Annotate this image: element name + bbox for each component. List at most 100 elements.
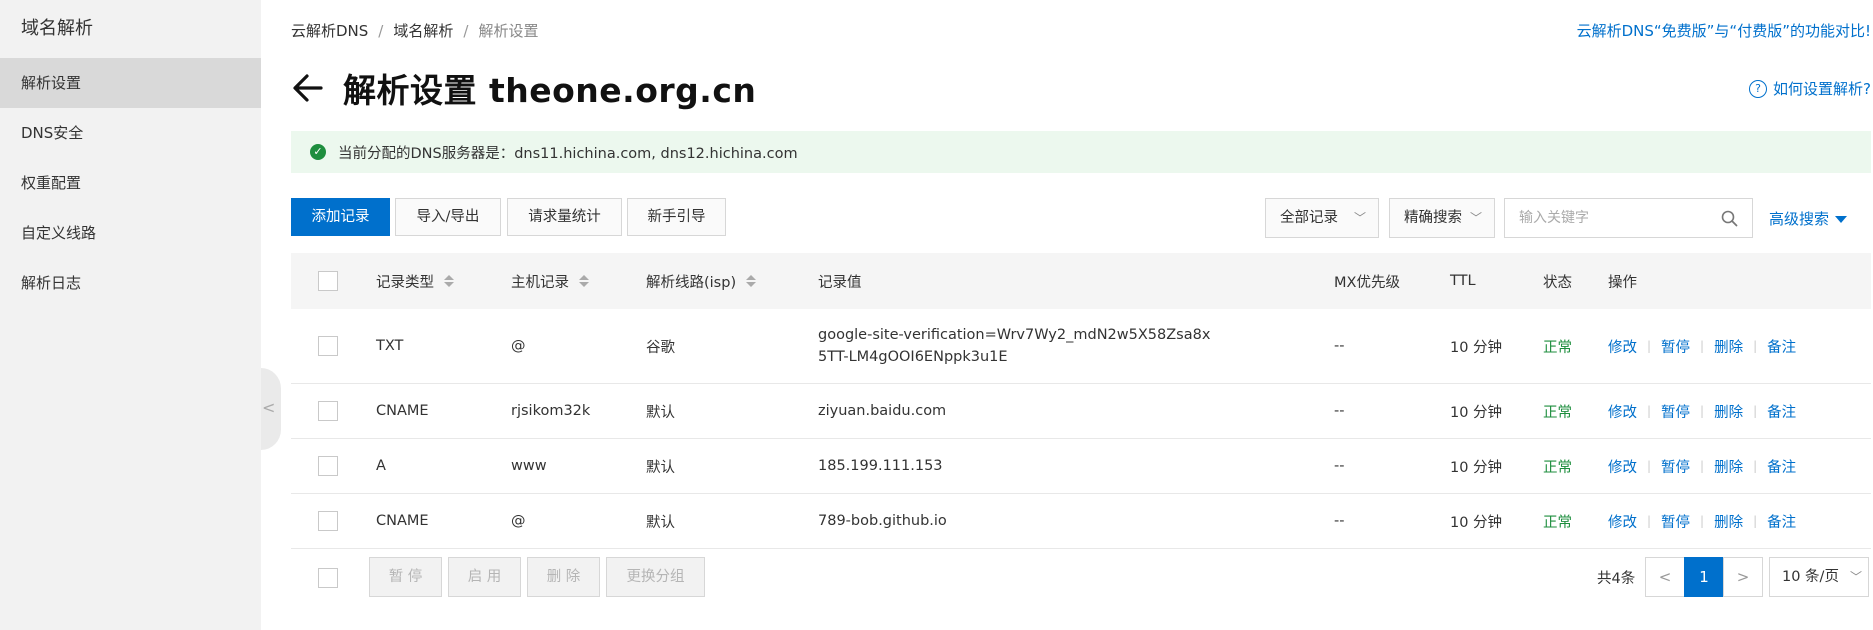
delete-link[interactable]: 删除	[1714, 511, 1743, 532]
op-divider: |	[1753, 404, 1758, 418]
pause-link[interactable]: 暂停	[1661, 511, 1690, 532]
delete-link[interactable]: 删除	[1714, 336, 1743, 357]
search-input[interactable]	[1505, 199, 1705, 237]
header-line[interactable]: 解析线路(isp)	[646, 253, 757, 309]
note-link[interactable]: 备注	[1767, 336, 1796, 357]
prev-page-button[interactable]: <	[1645, 557, 1685, 597]
record-filter-dropdown[interactable]: 全部记录 ﹀	[1265, 198, 1379, 238]
row-checkbox[interactable]	[318, 511, 338, 531]
sidebar-item-resolve-log[interactable]: 解析日志	[0, 258, 261, 308]
add-record-button[interactable]: 添加记录	[291, 198, 390, 236]
change-group-button[interactable]: 更换分组	[606, 557, 705, 597]
sidebar-item-dns-security[interactable]: DNS安全	[0, 108, 261, 158]
cell-ttl: 10 分钟	[1450, 404, 1503, 421]
op-divider: |	[1700, 339, 1705, 353]
row-checkbox[interactable]	[318, 456, 338, 476]
page-1-button[interactable]: 1	[1684, 557, 1724, 597]
row-checkbox[interactable]	[318, 401, 338, 421]
page-title: 解析设置 theone.org.cn	[343, 71, 757, 110]
op-divider: |	[1753, 339, 1758, 353]
cell-value: 185.199.111.153	[818, 458, 943, 474]
chevron-left-icon: <	[262, 398, 276, 417]
chevron-down-icon: ﹀	[1353, 211, 1366, 225]
sidebar-item-resolve-settings[interactable]: 解析设置	[0, 58, 261, 108]
op-divider: |	[1647, 459, 1652, 473]
import-export-button[interactable]: 导入/导出	[395, 198, 501, 236]
note-link[interactable]: 备注	[1767, 401, 1796, 422]
note-link[interactable]: 备注	[1767, 456, 1796, 477]
request-stats-button[interactable]: 请求量统计	[507, 198, 622, 236]
status-badge: 正常	[1543, 514, 1572, 531]
sidebar-item-custom-line[interactable]: 自定义线路	[0, 208, 261, 258]
page-size-select[interactable]: 10 条/页 ﹀	[1769, 557, 1869, 597]
footer-select-all-checkbox[interactable]	[318, 568, 338, 588]
table-body: TXT @ 谷歌 google-site-verification=Wrv7Wy2_m…	[291, 309, 1871, 549]
search-mode-dropdown[interactable]: 精确搜索 ﹀	[1389, 198, 1495, 238]
record-filter-label: 全部记录	[1280, 210, 1338, 226]
batch-pause-button[interactable]: 暂 停	[369, 557, 442, 597]
dns-server-notice: ✓ 当前分配的DNS服务器是：dns11.hichina.com, dns12.…	[291, 131, 1871, 173]
guide-button[interactable]: 新手引导	[627, 198, 726, 236]
main-content: 云解析DNS / 域名解析 / 解析设置 云解析DNS“免费版”与“付费版”的功能对比!…	[291, 0, 1871, 630]
arrow-left-icon[interactable]	[291, 71, 325, 105]
delete-link[interactable]: 删除	[1714, 401, 1743, 422]
edit-link[interactable]: 修改	[1608, 336, 1637, 357]
table-footer: 暂 停 启 用 删 除 更换分组 共4条 < 1 > 10 条/页 ﹀	[291, 557, 1871, 601]
note-link[interactable]: 备注	[1767, 511, 1796, 532]
table-row: CNAME rjsikom32k 默认 ziyuan.baidu.com -- 10 分钟…	[291, 384, 1871, 439]
sidebar-item-weight-config[interactable]: 权重配置	[0, 158, 261, 208]
op-divider: |	[1700, 514, 1705, 528]
advanced-search-label: 高级搜索	[1769, 210, 1830, 228]
sort-icon	[444, 275, 454, 287]
pause-link[interactable]: 暂停	[1661, 401, 1690, 422]
sidebar: 域名解析 解析设置 DNS安全 权重配置 自定义线路 解析日志	[0, 0, 261, 630]
table-row: Awww 默认 185.199.111.153 -- 10 分钟 正常 修改 | 暂停 | 删除 | 备…	[291, 439, 1871, 494]
header-type[interactable]: 记录类型	[376, 253, 454, 309]
edit-link[interactable]: 修改	[1608, 401, 1637, 422]
cell-host: @	[511, 513, 526, 529]
delete-link[interactable]: 删除	[1714, 456, 1743, 477]
breadcrumb-item-dns[interactable]: 云解析DNS	[291, 22, 368, 40]
op-divider: |	[1700, 459, 1705, 473]
header-ttl: TTL	[1450, 273, 1476, 289]
search-box	[1504, 198, 1753, 238]
pause-link[interactable]: 暂停	[1661, 456, 1690, 477]
search-icon[interactable]	[1721, 210, 1738, 227]
table-row: CNAME @ 默认 789-bob.github.io -- 10 分钟 正常 修改 | 暂停 |…	[291, 494, 1871, 549]
header-status: 状态	[1543, 274, 1572, 291]
pause-link[interactable]: 暂停	[1661, 336, 1690, 357]
op-divider: |	[1647, 514, 1652, 528]
edit-link[interactable]: 修改	[1608, 456, 1637, 477]
help-link[interactable]: ? 如何设置解析?	[1749, 78, 1871, 99]
cell-ttl: 10 分钟	[1450, 514, 1503, 531]
breadcrumb-item-domain[interactable]: 域名解析	[393, 22, 453, 40]
cell-mx: --	[1334, 338, 1345, 354]
search-mode-label: 精确搜索	[1404, 210, 1462, 226]
op-divider: |	[1753, 514, 1758, 528]
header-mx: MX优先级	[1334, 274, 1400, 291]
title-row: 解析设置 theone.org.cn	[291, 64, 756, 112]
sidebar-collapse-handle[interactable]: <	[261, 368, 281, 450]
batch-enable-button[interactable]: 启 用	[448, 557, 521, 597]
total-count: 共4条	[1597, 571, 1636, 587]
cell-mx: --	[1334, 403, 1345, 419]
advanced-search-button[interactable]: 高级搜索	[1769, 208, 1848, 229]
breadcrumb-item-current: 解析设置	[478, 22, 539, 40]
cell-mx: --	[1334, 458, 1345, 474]
cell-type: TXT	[376, 338, 404, 354]
compare-plans-link[interactable]: 云解析DNS“免费版”与“付费版”的功能对比!	[1577, 20, 1871, 41]
header-host[interactable]: 主机记录	[511, 253, 589, 309]
op-divider: |	[1647, 404, 1652, 418]
breadcrumb-separator: /	[378, 22, 384, 40]
cell-host: rjsikom32k	[511, 403, 591, 419]
question-icon: ?	[1749, 79, 1768, 98]
edit-link[interactable]: 修改	[1608, 511, 1637, 532]
select-all-checkbox[interactable]	[318, 271, 338, 291]
chevron-down-icon: ﹀	[1849, 570, 1862, 584]
header-value: 记录值	[818, 274, 862, 291]
toolbar: 添加记录 导入/导出 请求量统计 新手引导 全部记录 ﹀ 精确搜索 ﹀ 高级搜索	[291, 198, 1871, 238]
next-page-button[interactable]: >	[1723, 557, 1763, 597]
batch-delete-button[interactable]: 删 除	[527, 557, 600, 597]
cell-type: CNAME	[376, 513, 429, 529]
row-checkbox[interactable]	[318, 336, 338, 356]
